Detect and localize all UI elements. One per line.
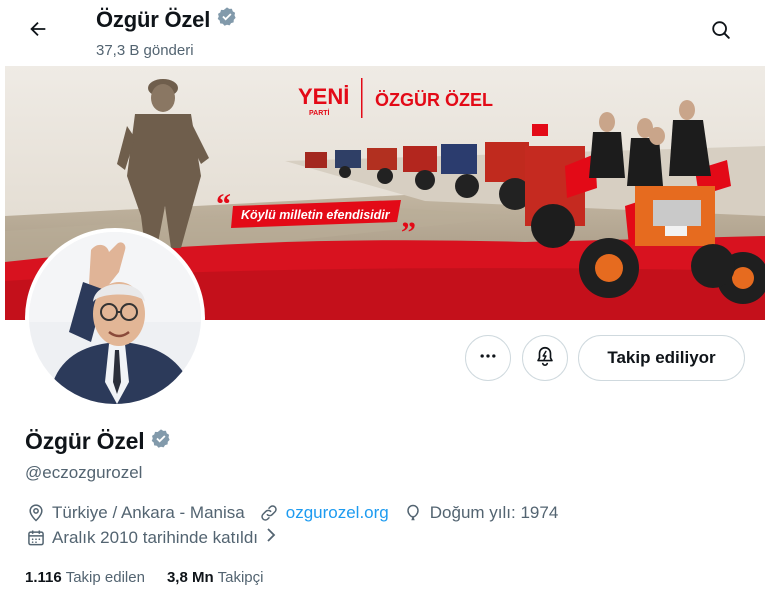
link-icon (259, 502, 280, 523)
joined-row[interactable]: Aralık 2010 tarihinde katıldı (25, 527, 292, 548)
joined-date[interactable]: Aralık 2010 tarihinde katıldı (25, 527, 278, 548)
calendar-icon (25, 527, 46, 548)
verified-badge-icon (216, 6, 238, 33)
followers-label: Takipçi (217, 569, 264, 586)
balloon-icon (403, 502, 424, 523)
header-title: Özgür Özel (96, 6, 211, 32)
chevron-right-icon (264, 527, 278, 548)
birth-date: Doğum yılı: 1974 (403, 502, 559, 523)
banner-party-sub: PARTİ (309, 109, 330, 117)
joined-text: Aralık 2010 tarihinde katıldı (52, 527, 259, 547)
following-link[interactable]: 1.116 Takip edilen (25, 569, 145, 586)
svg-text:“: “ (216, 188, 231, 221)
back-button[interactable] (20, 13, 56, 49)
svg-text:”: ” (401, 216, 416, 249)
followers-link[interactable]: 3,8 Mn Takipçi (167, 569, 264, 586)
top-bar: Özgür Özel 37,3 B gönderi (0, 0, 770, 66)
follow-stats: 1.116 Takip edilen 3,8 Mn Takipçi (25, 569, 263, 586)
notifications-button[interactable] (522, 335, 568, 381)
website-link[interactable]: ozgurozel.org (286, 503, 389, 523)
more-icon (478, 346, 498, 371)
location-text: Türkiye / Ankara - Manisa (52, 502, 245, 522)
profile-actions: Takip ediliyor (0, 335, 770, 381)
location-icon (25, 502, 46, 523)
profile-handle: @eczozgurozel (25, 463, 143, 482)
following-label: Takip edilen (65, 569, 145, 586)
profile-name-row: Özgür Özel (25, 428, 172, 455)
location: Türkiye / Ankara - Manisa (25, 502, 245, 523)
banner-quote-text: Köylü milletin efendisidir (241, 208, 391, 222)
header-title-row: Özgür Özel (96, 6, 238, 33)
avatar[interactable] (25, 228, 205, 408)
profile-name: Özgür Özel (25, 428, 145, 454)
search-icon (710, 19, 732, 46)
website: ozgurozel.org (259, 502, 389, 523)
birth-text: Doğum yılı: 1974 (429, 502, 559, 522)
banner-party-name: YENİ (298, 84, 349, 109)
more-button[interactable] (465, 335, 511, 381)
followers-count: 3,8 Mn (166, 569, 214, 586)
following-count: 1.116 (25, 569, 62, 586)
post-count: 37,3 B gönderi (96, 42, 194, 59)
back-arrow-icon (27, 18, 49, 45)
banner-person-name: ÖZGÜR ÖZEL (375, 90, 493, 110)
following-button[interactable]: Takip ediliyor (578, 335, 745, 381)
search-button[interactable] (703, 14, 739, 50)
verified-badge-icon[interactable] (150, 428, 172, 455)
profile-meta: Türkiye / Ankara - Manisa ozgurozel.org … (25, 502, 572, 523)
notification-bell-icon (534, 345, 556, 372)
